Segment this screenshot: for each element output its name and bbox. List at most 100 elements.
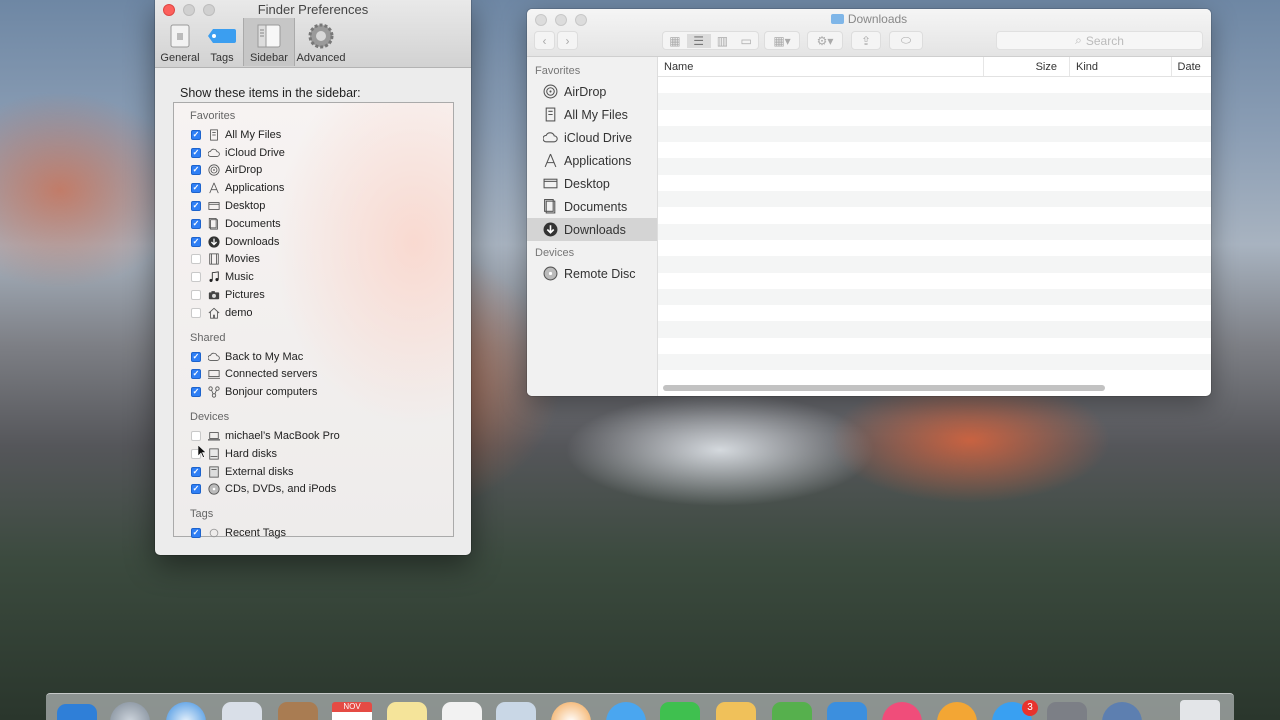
window-title: Downloads — [527, 12, 1211, 26]
sidebar-option-desktop[interactable]: Desktop — [174, 197, 453, 215]
sidebar-option-back-to-my-mac[interactable]: Back to My Mac — [174, 348, 453, 366]
system-preferences-dock-icon[interactable] — [1047, 702, 1087, 720]
sidebar-option-icloud-drive[interactable]: iCloud Drive — [174, 144, 453, 162]
forward-button[interactable]: › — [557, 31, 578, 50]
folder-icon — [830, 14, 844, 24]
empty-row — [658, 125, 1211, 143]
sidebar-item-downloads[interactable]: Downloads — [527, 218, 657, 241]
sidebar-item-applications[interactable]: Applications — [527, 149, 657, 172]
cloud-icon — [542, 129, 559, 146]
sidebar-item-remote-disc[interactable]: Remote Disc — [527, 262, 657, 285]
checkbox[interactable] — [191, 290, 201, 301]
checkbox[interactable] — [191, 165, 201, 176]
pages-dock-icon[interactable] — [716, 702, 756, 720]
checkbox[interactable] — [191, 307, 201, 318]
sidebar-option-documents[interactable]: Documents — [174, 215, 453, 233]
share-button[interactable]: ⇪ — [851, 31, 881, 50]
option-label: Bonjour computers — [225, 386, 318, 399]
file-list[interactable]: Name Size Kind Date — [658, 57, 1211, 396]
checkbox[interactable] — [191, 183, 201, 194]
empty-row — [658, 191, 1211, 208]
finder-dock-icon[interactable] — [57, 704, 97, 720]
checkbox[interactable] — [191, 218, 201, 229]
sidebar-option-hard-disks[interactable]: Hard disks — [174, 445, 453, 463]
column-header-size[interactable]: Size — [984, 57, 1070, 76]
list-view-icon[interactable]: ☰ — [686, 33, 711, 48]
horizontal-scrollbar[interactable] — [663, 385, 1105, 391]
action-button[interactable]: ⚙▾ — [807, 31, 843, 50]
column-header-name[interactable]: Name — [658, 57, 985, 76]
checkbox[interactable] — [191, 272, 201, 283]
checkbox[interactable] — [191, 201, 201, 212]
sidebar-option-michael-s-macbook-pro[interactable]: michael’s MacBook Pro — [174, 427, 453, 445]
sidebar-item-desktop[interactable]: Desktop — [527, 172, 657, 195]
sidebar-option-bonjour-computers[interactable]: Bonjour computers — [174, 383, 453, 401]
sidebar-option-external-disks[interactable]: External disks — [174, 463, 453, 481]
reminders-dock-icon[interactable] — [442, 702, 482, 720]
checkbox[interactable] — [191, 387, 201, 398]
gear-icon — [306, 22, 336, 50]
column-view-icon[interactable]: ▥ — [711, 34, 735, 48]
empty-row — [658, 175, 1211, 191]
checkbox[interactable] — [191, 431, 201, 442]
sidebar-item-all-my-files[interactable]: All My Files — [527, 103, 657, 126]
sidebar-items-list[interactable]: Favorites All My Files iCloud Drive AirDro… — [173, 102, 454, 539]
checkbox[interactable] — [191, 484, 201, 495]
disc-icon — [542, 265, 559, 282]
chevron-left-icon: ‹ — [542, 33, 547, 48]
notes-dock-icon[interactable] — [387, 702, 427, 720]
sidebar-option-recent-tags[interactable]: Recent Tags — [174, 524, 453, 542]
checkbox[interactable] — [191, 129, 201, 140]
checkbox[interactable] — [191, 466, 201, 477]
sidebar-option-pictures[interactable]: Pictures — [174, 286, 453, 304]
window-title: Finder Preferences — [257, 2, 369, 17]
empty-row — [658, 321, 1211, 338]
column-header-date[interactable]: Date — [1172, 57, 1211, 76]
tab-sidebar[interactable]: Sidebar — [243, 18, 295, 66]
maps-dock-icon[interactable] — [496, 702, 536, 720]
checkbox[interactable] — [191, 254, 201, 265]
icon-view-icon[interactable]: ▦ — [663, 34, 687, 48]
sidebar-heading: Show these items in the sidebar: — [180, 86, 361, 100]
option-label: iCloud Drive — [225, 146, 285, 159]
calendar-dock-icon[interactable]: NOV — [332, 702, 372, 720]
sidebar-option-demo[interactable]: demo — [174, 304, 453, 322]
tab-tags[interactable]: Tags — [201, 18, 243, 66]
music-icon — [207, 270, 221, 284]
mail-dock-icon[interactable] — [222, 702, 262, 720]
keynote-dock-icon[interactable] — [827, 702, 867, 720]
sidebar-option-applications[interactable]: Applications — [174, 179, 453, 197]
sidebar-option-all-my-files[interactable]: All My Files — [174, 126, 453, 144]
edit-tags-button[interactable]: ⬭ — [889, 31, 923, 50]
sidebar-option-cds-dvds-and-ipods[interactable]: CDs, DVDs, and iPods — [174, 481, 453, 499]
sidebar-option-movies[interactable]: Movies — [174, 251, 453, 269]
column-header-kind[interactable]: Kind — [1070, 57, 1172, 76]
checkbox[interactable] — [191, 147, 201, 158]
sidebar-option-downloads[interactable]: Downloads — [174, 233, 453, 251]
sidebar-option-music[interactable]: Music — [174, 268, 453, 286]
checkbox[interactable] — [191, 236, 201, 247]
finder-toolbar[interactable]: Downloads ‹ › ▦ ☰ ▥ ▭ ▦▾ ⚙▾ ⇪ ⬭ ⌕ Search — [527, 9, 1211, 57]
sidebar-item-documents[interactable]: Documents — [527, 195, 657, 218]
cover-flow-icon[interactable]: ▭ — [734, 34, 758, 48]
checkbox[interactable] — [191, 351, 201, 362]
tab-advanced[interactable]: Advanced — [295, 18, 347, 66]
sidebar-item-icloud-drive[interactable]: iCloud Drive — [527, 126, 657, 149]
sidebar-option-connected-servers[interactable]: Connected servers — [174, 366, 453, 384]
desktop-icon — [207, 199, 221, 213]
trash-dock-icon[interactable] — [1180, 700, 1220, 720]
checkbox[interactable] — [191, 528, 201, 539]
downloads-icon — [207, 235, 221, 249]
facetime-dock-icon[interactable] — [660, 702, 700, 720]
tab-general[interactable]: General — [159, 18, 201, 66]
search-field[interactable]: ⌕ Search — [996, 31, 1203, 50]
checkbox[interactable] — [191, 369, 201, 380]
arrange-button[interactable]: ▦▾ — [764, 31, 800, 50]
contacts-dock-icon[interactable] — [278, 702, 318, 720]
numbers-dock-icon[interactable] — [772, 702, 812, 720]
view-mode-selector[interactable]: ▦ ☰ ▥ ▭ — [662, 31, 759, 50]
prefs-titlebar[interactable]: Finder Preferences General Tags Sidebar — [155, 0, 471, 68]
sidebar-item-airdrop[interactable]: AirDrop — [527, 80, 657, 103]
back-button[interactable]: ‹ — [534, 31, 555, 50]
sidebar-option-airdrop[interactable]: AirDrop — [174, 162, 453, 180]
